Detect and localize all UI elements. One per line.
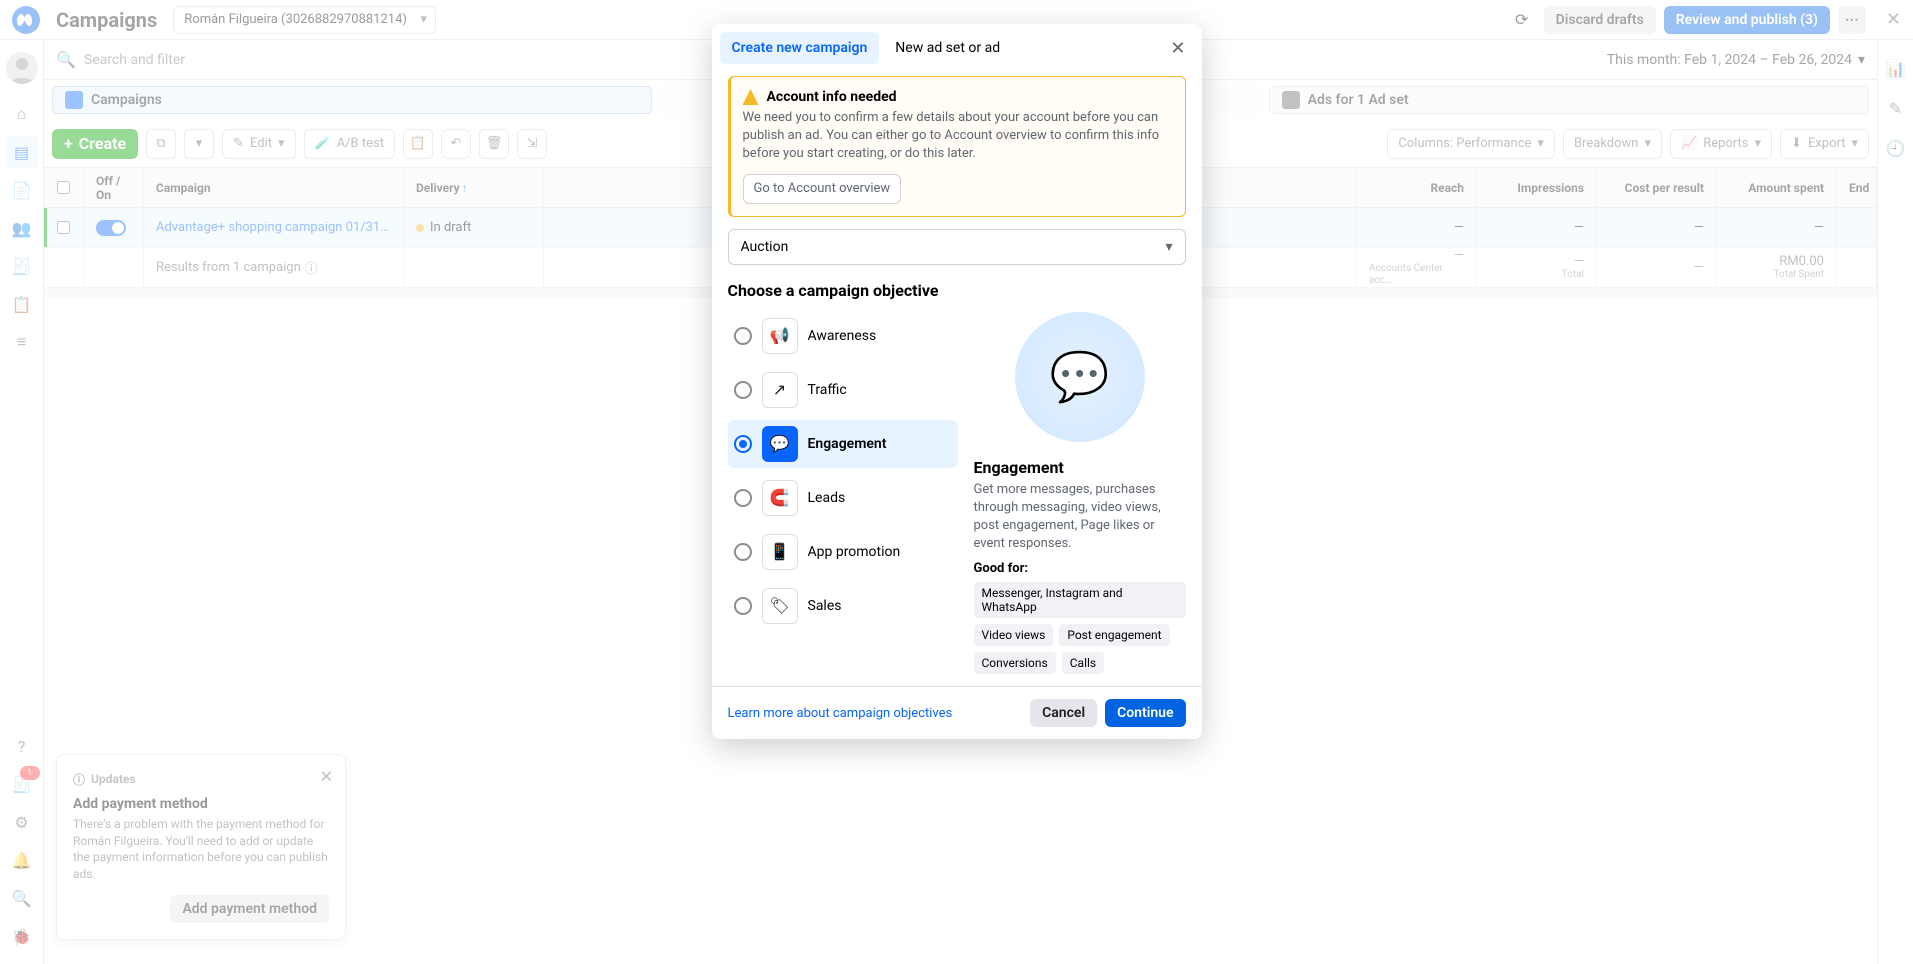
go-to-overview-button[interactable]: Go to Account overview	[743, 174, 902, 204]
objective-icon: 🏷	[762, 588, 798, 624]
chip: Video views	[974, 624, 1054, 646]
engagement-illustration: 💬	[1015, 312, 1145, 442]
objective-app-promotion[interactable]: 📱App promotion	[728, 528, 958, 576]
objective-leads[interactable]: 🧲Leads	[728, 474, 958, 522]
radio-icon	[734, 597, 752, 615]
modal-tab-new-campaign[interactable]: Create new campaign	[720, 32, 880, 64]
modal-close-icon[interactable]: ✕	[1170, 38, 1185, 59]
radio-icon	[734, 489, 752, 507]
account-info-alert: Account info needed We need you to confi…	[728, 76, 1186, 217]
chip: Calls	[1062, 652, 1104, 674]
objective-icon: 📢	[762, 318, 798, 354]
objective-traffic[interactable]: ↗Traffic	[728, 366, 958, 414]
radio-icon	[734, 435, 752, 453]
objective-icon: 📱	[762, 534, 798, 570]
objective-sales[interactable]: 🏷Sales	[728, 582, 958, 630]
chip: Conversions	[974, 652, 1056, 674]
objective-engagement[interactable]: 💬Engagement	[728, 420, 958, 468]
objective-heading: Choose a campaign objective	[728, 281, 1186, 300]
radio-icon	[734, 327, 752, 345]
buying-type-select[interactable]: Auction	[728, 229, 1186, 265]
create-campaign-modal: Create new campaign New ad set or ad ✕ A…	[712, 24, 1202, 739]
cancel-button[interactable]: Cancel	[1030, 699, 1097, 727]
modal-tab-new-adset[interactable]: New ad set or ad	[883, 32, 1012, 64]
objective-icon: 💬	[762, 426, 798, 462]
radio-icon	[734, 381, 752, 399]
chip: Messenger, Instagram and WhatsApp	[974, 582, 1186, 618]
objective-icon: ↗	[762, 372, 798, 408]
objective-icon: 🧲	[762, 480, 798, 516]
continue-button[interactable]: Continue	[1105, 699, 1185, 727]
objective-detail-title: Engagement	[974, 458, 1186, 477]
objective-awareness[interactable]: 📢Awareness	[728, 312, 958, 360]
modal-overlay: Create new campaign New ad set or ad ✕ A…	[0, 0, 1913, 964]
radio-icon	[734, 543, 752, 561]
chip: Post engagement	[1059, 624, 1169, 646]
learn-more-link[interactable]: Learn more about campaign objectives	[728, 706, 953, 721]
warning-icon	[743, 89, 759, 105]
